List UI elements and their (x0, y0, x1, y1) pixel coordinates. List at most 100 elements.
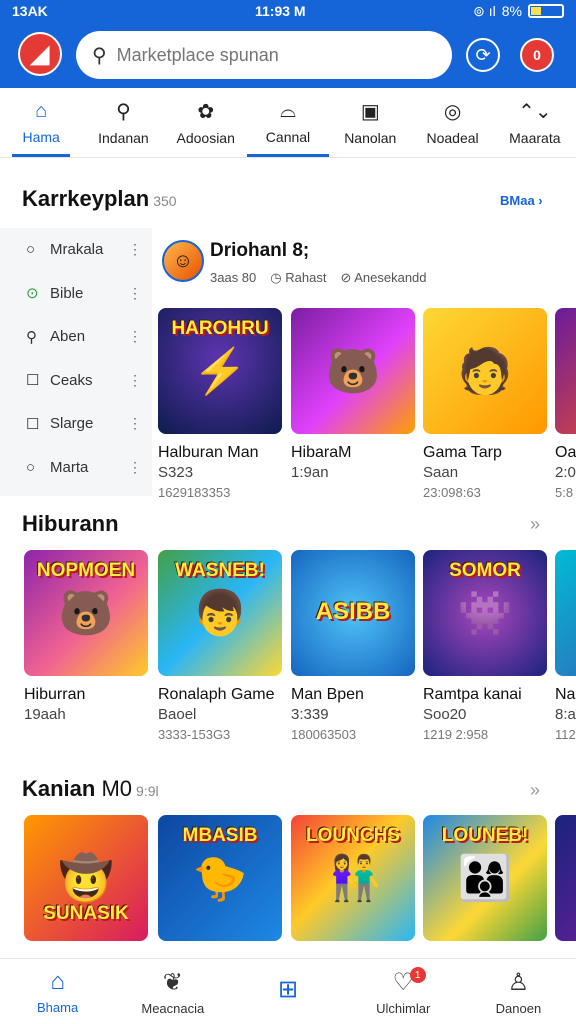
filter-item[interactable]: ☐ Ceaks ⋮ (0, 359, 152, 403)
developer-meta-tag: ⊘ Anesekandd (340, 270, 427, 285)
game-thumbnail[interactable]: LOUNEB! 👨‍👩‍👦 (423, 815, 547, 941)
game-thumbnail[interactable]: HAROHRU ⚡ (158, 308, 282, 434)
game-thumbnail[interactable]: SOMOR 👾 (423, 550, 547, 676)
game-art-title: ASIBB (315, 598, 391, 625)
status-bar: 13AK 11:93 M ⊚ ıl 8% (0, 0, 576, 22)
filter-item[interactable]: ⚲ Aben ⋮ (0, 315, 152, 359)
nav-media[interactable]: ❦ Meacnacia (115, 959, 230, 1024)
see-more-label: BMaa (500, 193, 535, 208)
game-card[interactable] (555, 815, 576, 941)
game-thumbnail[interactable]: WASNEB! 👦 (158, 550, 282, 676)
nav-center[interactable]: ⊞ (230, 959, 345, 1024)
search-circle-icon: ◎ (443, 101, 462, 123)
game-subtitle: Saan (423, 464, 459, 481)
tab-nanolan[interactable]: ▣ Nanolan (329, 88, 411, 157)
game-thumbnail[interactable]: LOUNCHS 👫 (291, 815, 415, 941)
filter-item[interactable]: ○ Marta ⋮ (0, 446, 152, 490)
developer-avatar[interactable]: ☺ (162, 240, 204, 282)
character-icon: 🧑 (457, 347, 513, 396)
tab-label: Noadeal (426, 130, 479, 146)
developer-name[interactable]: Driohanl 8; (210, 240, 309, 262)
game-subtitle: 1:9an (291, 464, 329, 481)
game-card[interactable]: LOUNEB! 👨‍👩‍👦 (423, 815, 547, 941)
section-title-text: Karrkeyplan (22, 186, 150, 211)
search-bar[interactable]: ⚲ (76, 31, 452, 79)
game-card[interactable]: NOPMOEN 🐻 Hiburran 19aah (24, 550, 148, 727)
chevron-right-icon[interactable]: » (530, 780, 540, 801)
game-subtitle: Soo20 (423, 706, 467, 723)
game-card[interactable]: LOUNCHS 👫 (291, 815, 415, 941)
tab-adoosian[interactable]: ✿ Adoosian (165, 88, 247, 157)
section-title-marketplace: Karrkeyplan 350 (22, 186, 177, 212)
section-title-kanian: Kanian M0 9:9l (22, 776, 159, 802)
game-card[interactable]: SOMOR 👾 Ramtpa kanai Soo20 1219 2:958 (423, 550, 547, 742)
nav-favorites[interactable]: ♡ 1 Ulchimlar (346, 959, 461, 1024)
tab-hama[interactable]: ⌂ Hama (0, 88, 82, 157)
game-card[interactable]: 🧑 Gama Tarp Saan 23:098:63 (423, 308, 547, 500)
filter-item[interactable]: ⊙ Bible ⋮ (0, 272, 152, 316)
game-thumbnail[interactable]: 🧑 (423, 308, 547, 434)
battery-icon (528, 4, 564, 18)
filter-label: Aben (50, 328, 86, 346)
game-thumbnail[interactable]: 🐻 (291, 308, 415, 434)
filter-label: Slarge (50, 415, 94, 433)
more-icon[interactable]: ⋮ (128, 372, 142, 389)
game-card[interactable]: ASIBB Man Bpen 3:339 180063503 (291, 550, 415, 742)
nav-home[interactable]: ⌂ Bhama (0, 959, 115, 1024)
game-thumbnail[interactable]: MBASIB 🐤 (158, 815, 282, 941)
kids-characters-icon: 👫 (325, 854, 381, 903)
trend-icon: ⌃⌄ (518, 101, 552, 123)
game-art-title: HAROHRU (171, 318, 269, 339)
game-thumbnail[interactable]: ASIBB (291, 550, 415, 676)
more-icon[interactable]: ⋮ (128, 459, 142, 476)
more-icon[interactable]: ⋮ (128, 241, 142, 258)
tab-cannal[interactable]: ⌓ Cannal (246, 88, 330, 157)
treasure-chest-icon: ⚡ (192, 347, 248, 396)
game-thumbnail[interactable] (555, 550, 576, 676)
game-stats: 180063503 (291, 727, 357, 742)
game-thumbnail[interactable]: 🤠 SUNASIK (24, 815, 148, 941)
tab-noadeal[interactable]: ◎ Noadeal (411, 88, 493, 157)
game-card[interactable]: HAROHRU ⚡ Halburan Man S323 1629183353 (158, 308, 282, 500)
nav-profile[interactable]: ♙ Danoen (461, 959, 576, 1024)
more-icon[interactable]: ⋮ (128, 285, 142, 302)
home-icon: ⌂ (35, 100, 48, 122)
search-icon: ⚲ (92, 44, 107, 67)
app-bar: ◢ ⚲ ⟳ 0 (0, 22, 576, 88)
game-subtitle: S323 (158, 464, 194, 481)
creature-icon: 🐤 (192, 854, 248, 903)
see-more-link[interactable]: BMaa › (500, 193, 543, 208)
filter-item[interactable]: ☐ Slarge ⋮ (0, 402, 152, 446)
chevron-right-icon[interactable]: » (530, 514, 540, 535)
more-icon[interactable]: ⋮ (128, 415, 142, 432)
game-card[interactable]: MBASIB 🐤 (158, 815, 282, 941)
game-thumbnail[interactable] (555, 308, 576, 434)
notification-badge: 1 (409, 967, 426, 983)
game-card[interactable]: Oa 2:0 5:8 (555, 308, 576, 500)
game-thumbnail[interactable]: NOPMOEN 🐻 (24, 550, 148, 676)
refresh-icon[interactable]: ⟳ (466, 38, 500, 72)
more-icon[interactable]: ⋮ (128, 328, 142, 345)
tab-maarata[interactable]: ⌃⌄ Maarata (494, 88, 576, 157)
filter-item[interactable]: ○ Mrakala ⋮ (0, 228, 152, 272)
kids-characters-icon: 👨‍👩‍👦 (457, 854, 513, 903)
game-name: Ronalaph Game (158, 686, 275, 703)
filter-label: Bible (50, 284, 84, 302)
circle-icon: ○ (26, 458, 36, 476)
game-card[interactable]: 🐻 HibaraM 1:9an (291, 308, 415, 485)
bear-character-icon: 🐻 (325, 347, 381, 396)
game-card[interactable]: Na 8:a 112 (555, 550, 576, 742)
search-input[interactable] (116, 44, 417, 66)
game-thumbnail[interactable] (555, 815, 576, 941)
tab-indanan[interactable]: ⚲ Indanan (82, 88, 164, 157)
app-logo-icon[interactable]: ◢ (18, 32, 62, 76)
home-icon: ⌂ (50, 968, 65, 995)
tab-label: Indanan (98, 130, 149, 146)
cowboy-character-icon: 🤠 (58, 854, 114, 903)
bear-character-icon: 🐻 (58, 589, 114, 638)
game-art-title: SUNASIK (43, 903, 129, 924)
game-card[interactable]: 🤠 SUNASIK (24, 815, 148, 941)
notification-button[interactable]: 0 (520, 38, 554, 72)
tab-label: Cannal (265, 129, 311, 145)
game-card[interactable]: WASNEB! 👦 Ronalaph Game Baoel 3333-153G3 (158, 550, 282, 742)
